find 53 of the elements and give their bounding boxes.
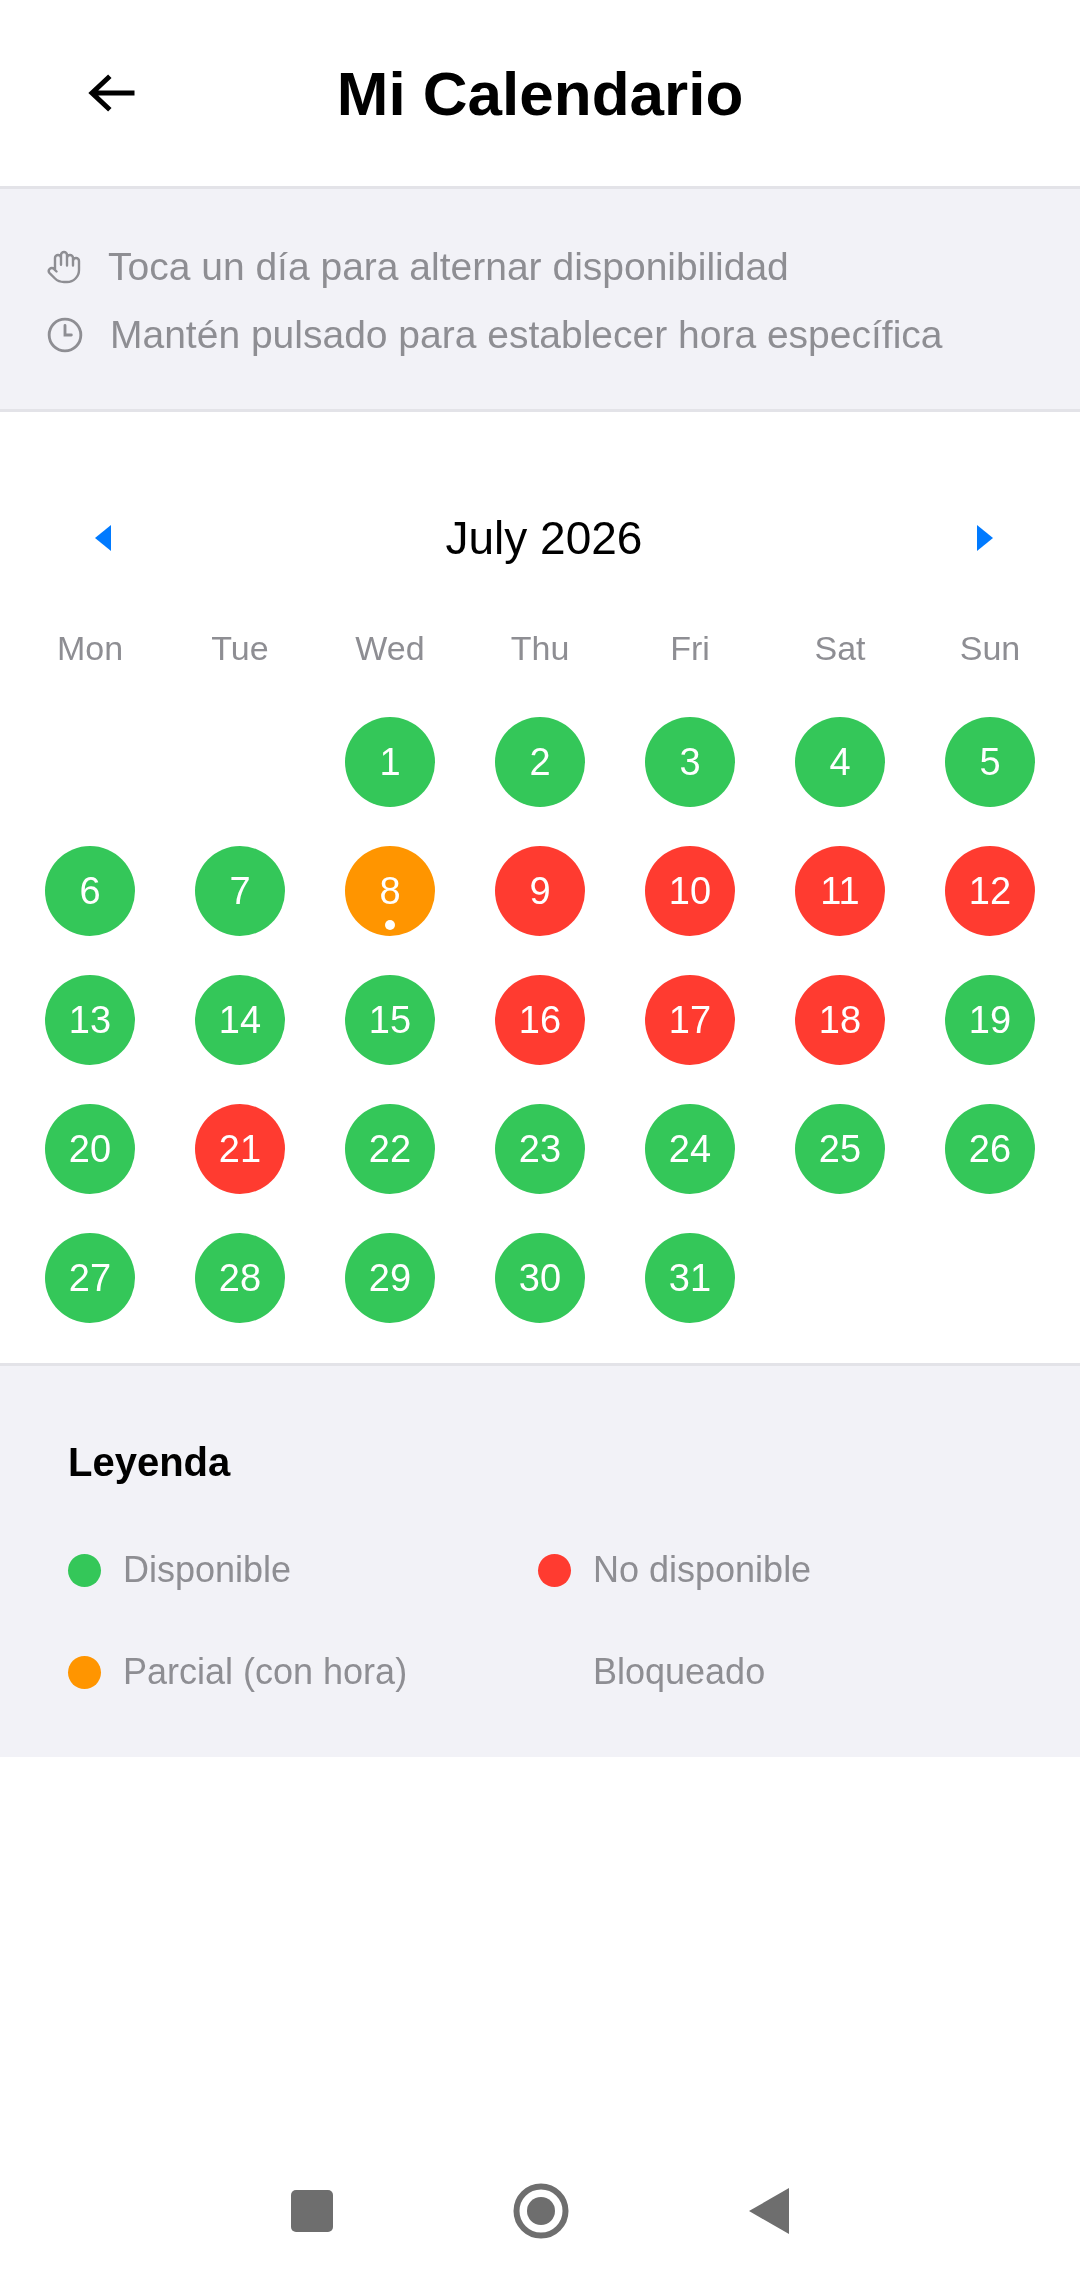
day-button[interactable]: 10 — [645, 846, 735, 936]
day-button[interactable]: 12 — [945, 846, 1035, 936]
day-button[interactable]: 29 — [345, 1233, 435, 1323]
day-button[interactable]: 30 — [495, 1233, 585, 1323]
home-icon[interactable] — [513, 2183, 569, 2239]
clock-icon — [46, 316, 84, 354]
day-button[interactable]: 18 — [795, 975, 885, 1065]
weekday-label: Sat — [814, 628, 866, 669]
legend-label: Bloqueado — [593, 1651, 766, 1693]
day-button[interactable]: 3 — [645, 717, 735, 807]
legend-label: Parcial (con hora) — [123, 1651, 408, 1693]
note-dot — [385, 920, 395, 930]
day-button[interactable]: 9 — [495, 846, 585, 936]
day-button[interactable]: 11 — [795, 846, 885, 936]
day-button[interactable]: 14 — [195, 975, 285, 1065]
legend-label: No disponible — [593, 1549, 812, 1591]
weekday-label: Mon — [56, 628, 124, 669]
weekday-label: Wed — [355, 628, 425, 669]
day-button[interactable]: 21 — [195, 1104, 285, 1194]
day-button[interactable]: 28 — [195, 1233, 285, 1323]
day-button[interactable]: 1 — [345, 717, 435, 807]
legend-label: Disponible — [123, 1549, 292, 1591]
hint-text: Mantén pulsado para establecer hora específica — [110, 313, 943, 357]
day-button[interactable]: 15 — [345, 975, 435, 1065]
month-title: July 2026 — [445, 511, 643, 565]
day-button[interactable]: 22 — [345, 1104, 435, 1194]
day-button[interactable]: 20 — [45, 1104, 135, 1194]
back-icon[interactable] — [749, 2188, 789, 2234]
hint-text: Toca un día para alternar disponibilidad — [108, 245, 789, 289]
day-button[interactable]: 26 — [945, 1104, 1035, 1194]
weekday-label: Fri — [670, 628, 710, 669]
day-button[interactable]: 7 — [195, 846, 285, 936]
day-button[interactable]: 4 — [795, 717, 885, 807]
day-button[interactable]: 8 — [345, 846, 435, 936]
weekday-label: Tue — [211, 628, 269, 669]
day-button[interactable]: 31 — [645, 1233, 735, 1323]
screen-title: Mi Calendario — [336, 57, 744, 129]
day-button[interactable]: 16 — [495, 975, 585, 1065]
day-button[interactable]: 19 — [945, 975, 1035, 1065]
day-button[interactable]: 24 — [645, 1104, 735, 1194]
weekday-label: Thu — [510, 628, 570, 669]
day-button[interactable]: 5 — [945, 717, 1035, 807]
weekday-label: Sun — [959, 628, 1021, 669]
day-button[interactable]: 23 — [495, 1104, 585, 1194]
day-button[interactable]: 6 — [45, 846, 135, 936]
day-button[interactable]: 25 — [795, 1104, 885, 1194]
day-button[interactable]: 2 — [495, 717, 585, 807]
right-triangle-icon — [977, 525, 993, 551]
left-triangle-icon — [95, 525, 111, 551]
day-button[interactable]: 13 — [45, 975, 135, 1065]
day-button[interactable]: 17 — [645, 975, 735, 1065]
day-button[interactable]: 27 — [45, 1233, 135, 1323]
legend-title: Leyenda — [68, 1440, 232, 1485]
